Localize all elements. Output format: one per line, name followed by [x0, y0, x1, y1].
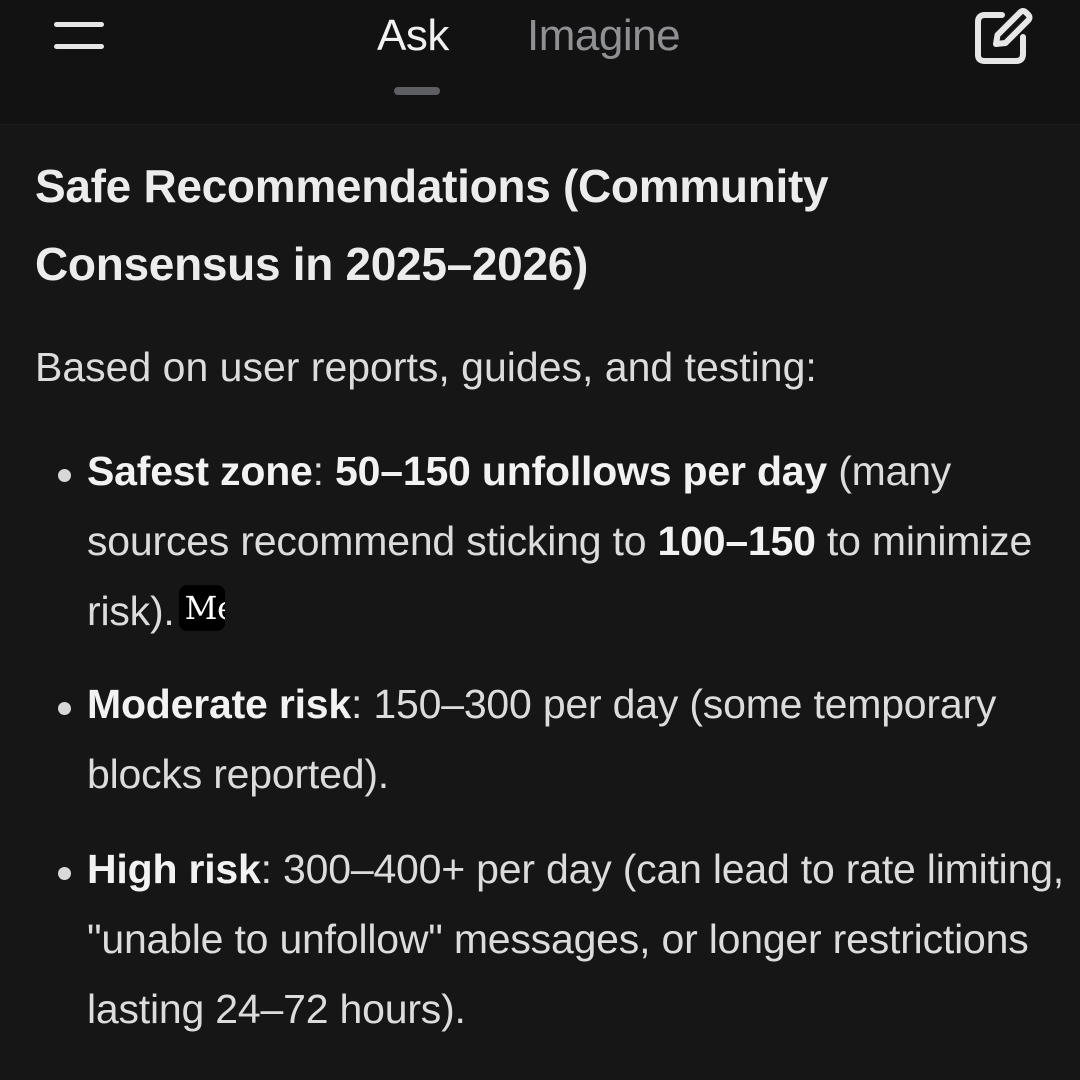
medium-logo-icon[interactable]: Me: [178, 585, 225, 631]
bullet-colon: :: [312, 448, 336, 494]
bullet-text: Moderate risk: 150–300 per day (some tem…: [87, 669, 1072, 809]
tab-ask[interactable]: Ask: [377, 8, 449, 64]
bullet-dot: [58, 469, 71, 482]
response-content: Safe Recommendations (Community Consensus…: [0, 125, 1080, 1080]
safe-range: 50–150 unfollows per day: [335, 448, 827, 494]
bullet-colon: :: [351, 681, 374, 727]
section-heading: Safe Recommendations (Community Consensus…: [35, 147, 1035, 303]
tab-imagine[interactable]: Imagine: [527, 8, 681, 64]
bullet-dot: [58, 702, 71, 715]
bullet-text: High risk: 300–400+ per day (can lead to…: [87, 834, 1072, 1044]
bullet-label: Moderate risk: [87, 681, 352, 727]
heading-line-1: Safe Recommendations (Community: [35, 160, 829, 212]
top-bar: Ask Imagine: [0, 0, 1080, 125]
bullet-dot: [58, 867, 71, 880]
active-tab-indicator: [394, 87, 440, 95]
hamburger-menu-icon[interactable]: [52, 20, 108, 56]
heading-line-2: Consensus in 2025–2026): [35, 238, 589, 290]
bullet-text: Safest zone: 50–150 unfollows per day (m…: [87, 436, 1072, 646]
bullet-colon: :: [260, 846, 284, 892]
edit-square-icon[interactable]: [968, 4, 1034, 66]
intro-text: Based on user reports, guides, and testi…: [35, 344, 817, 390]
citation-label: Me: [184, 589, 225, 627]
bullet-label: High risk: [87, 846, 261, 892]
recommended-range: 100–150: [657, 518, 816, 564]
bullet-label: Safest zone: [87, 448, 313, 494]
